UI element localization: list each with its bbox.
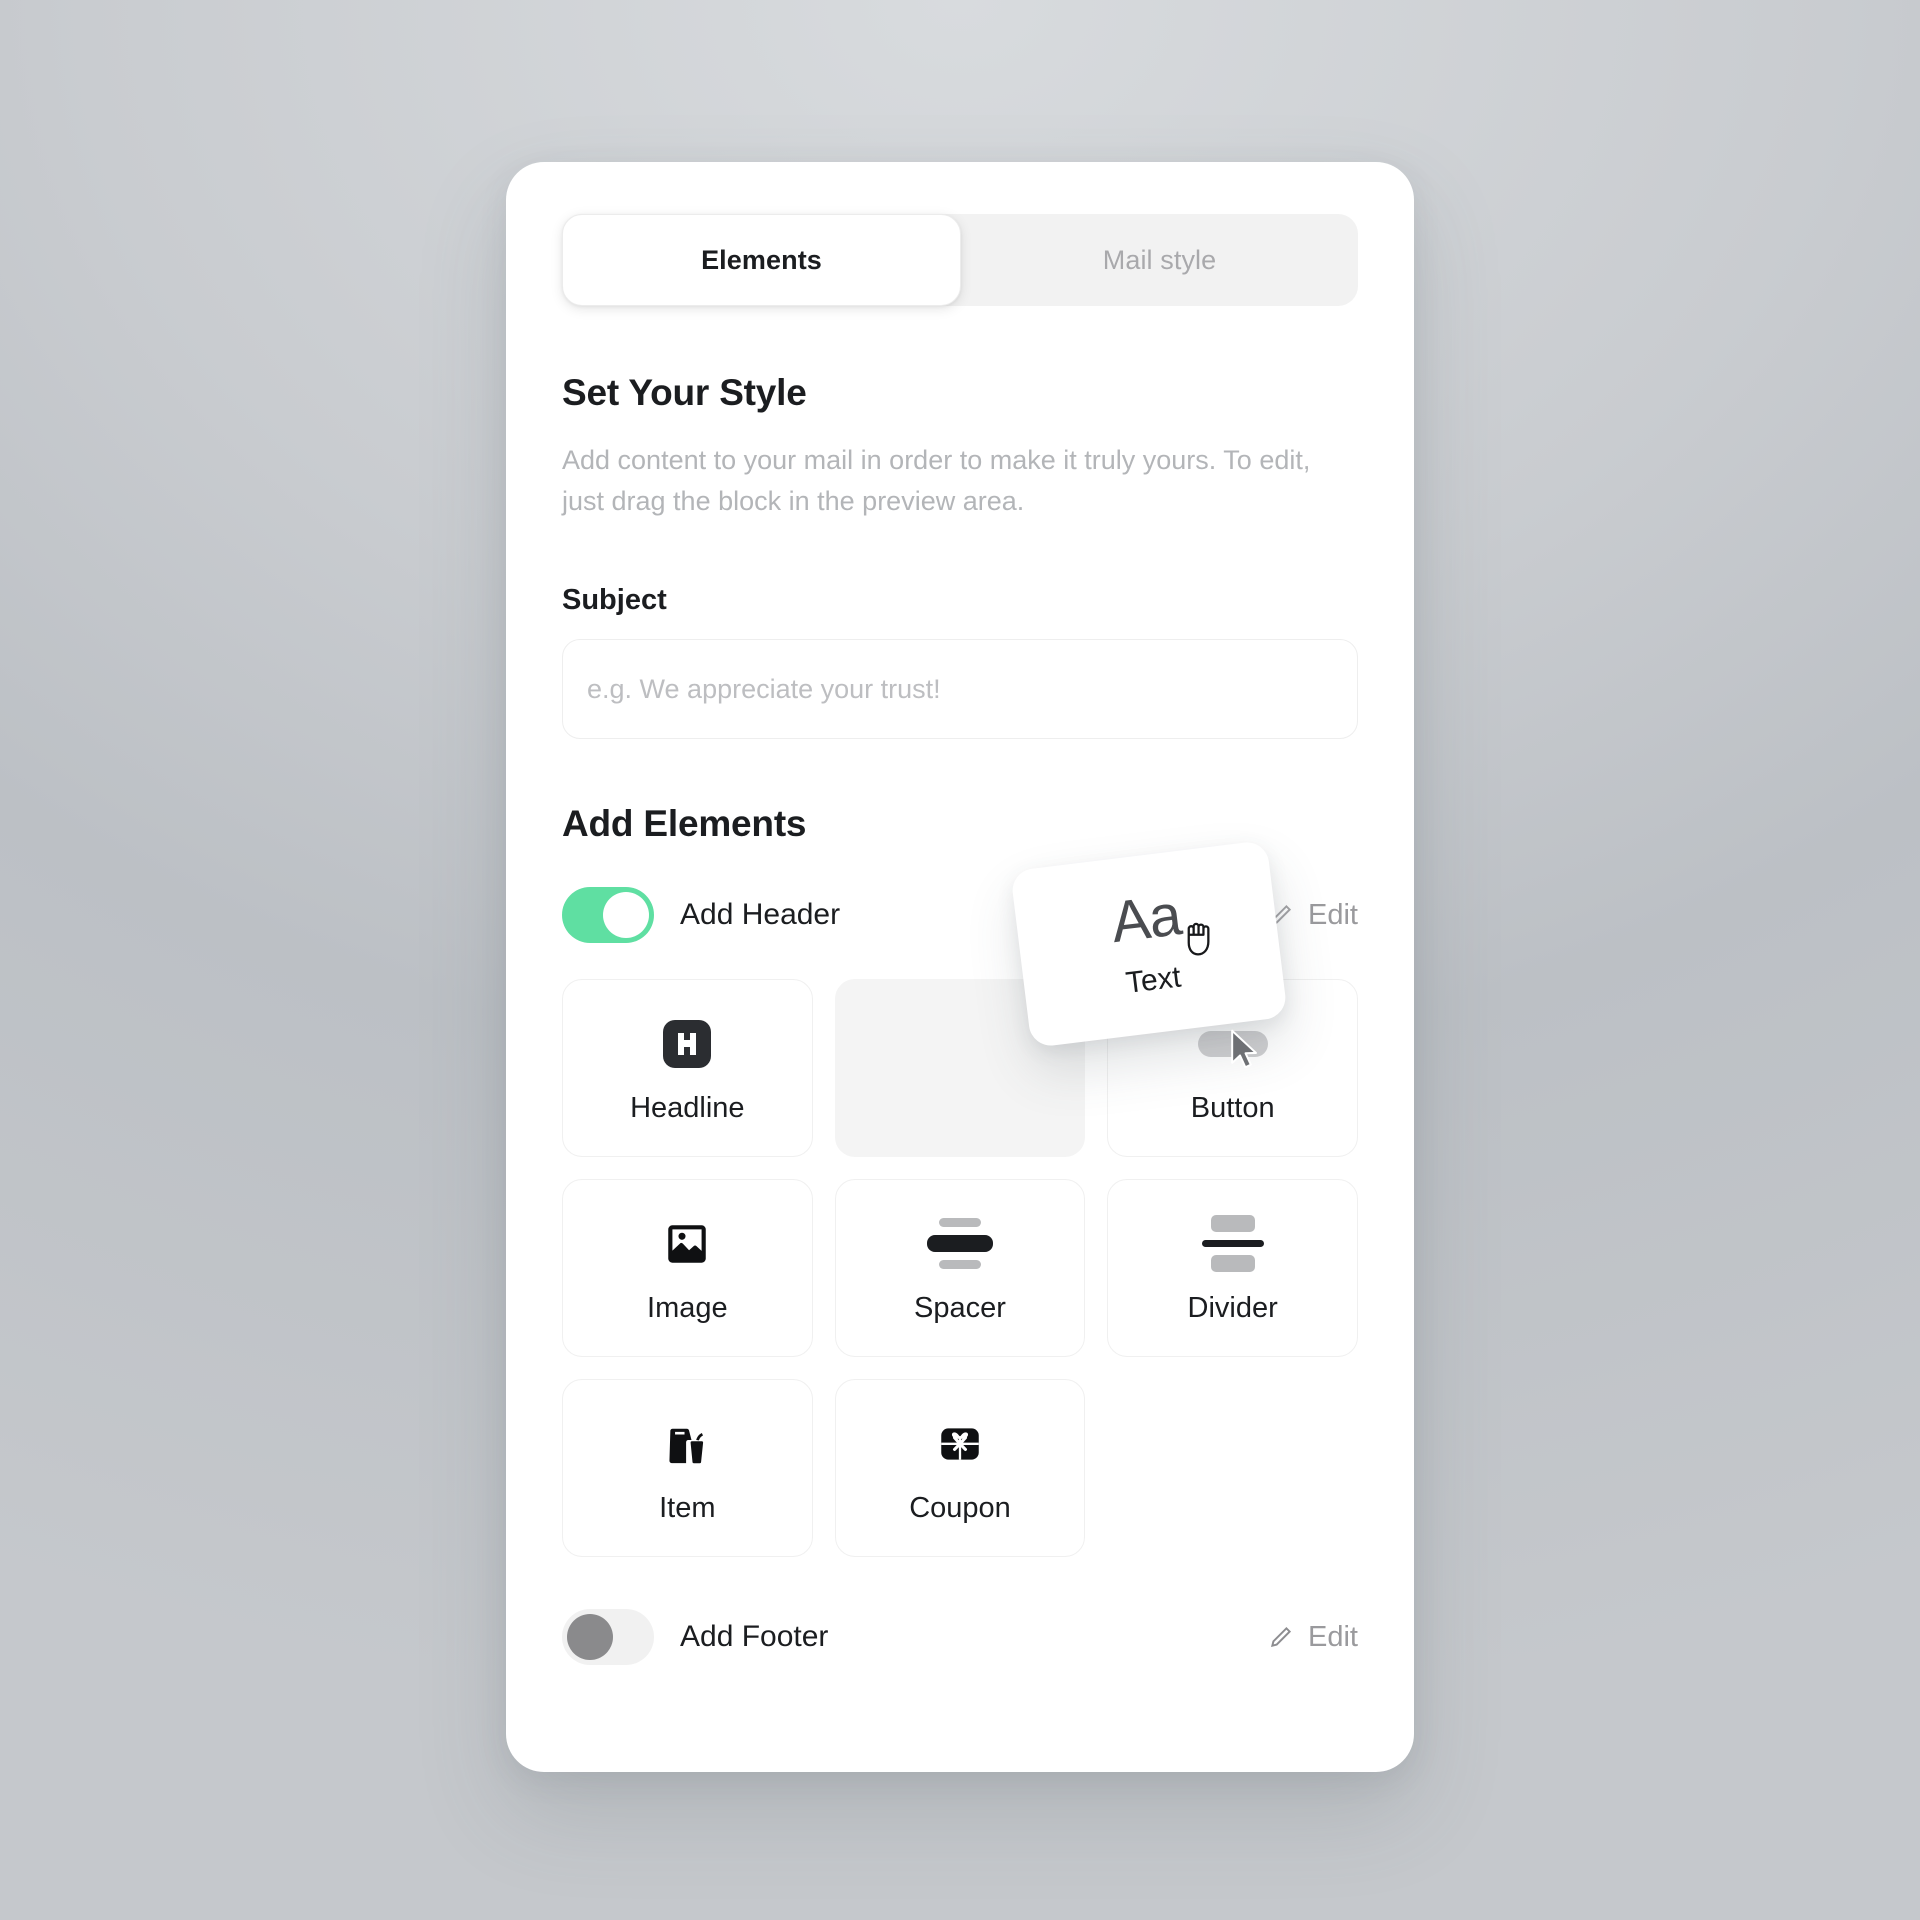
edit-header-button[interactable]: Edit [1268, 899, 1358, 932]
tab-mail-style-label: Mail style [1102, 244, 1217, 275]
pencil-icon [1268, 1624, 1294, 1650]
add-footer-toggle[interactable] [562, 1609, 654, 1666]
toggle-knob [603, 892, 649, 939]
add-elements-title: Add Elements [562, 803, 807, 845]
element-card-item[interactable]: Item [562, 1379, 813, 1558]
tab-bar: Elements Mail style [562, 214, 1358, 306]
tab-elements-label: Elements [701, 244, 822, 275]
text-aa-icon: Aa [1107, 882, 1185, 956]
element-card-headline[interactable]: Headline [562, 979, 813, 1158]
image-icon [662, 1212, 712, 1276]
element-card-coupon[interactable]: Coupon [834, 1379, 1086, 1558]
tab-elements[interactable]: Elements [562, 214, 961, 306]
tab-mail-style[interactable]: Mail style [961, 214, 1358, 306]
dragged-card-label: Text [1124, 960, 1183, 1000]
element-card-label: Spacer [914, 1291, 1006, 1324]
dragged-element-card-text[interactable]: Aa Text [1010, 839, 1288, 1049]
gift-icon [935, 1412, 985, 1476]
arrow-cursor [1228, 1028, 1262, 1077]
subject-label: Subject [562, 584, 667, 617]
add-header-toggle[interactable] [562, 887, 654, 944]
spacer-icon [926, 1212, 993, 1276]
element-card-label: Divider [1187, 1291, 1278, 1324]
page-description: Add content to your mail in order to mak… [562, 445, 1311, 517]
add-footer-row: Add Footer Edit [562, 1609, 1358, 1666]
grabbing-hand-cursor [1180, 915, 1222, 970]
element-card-label: Coupon [909, 1491, 1011, 1524]
element-card-label: Image [647, 1291, 728, 1324]
toggle-knob [567, 1614, 613, 1661]
element-card-image[interactable]: Image [562, 1179, 813, 1358]
add-header-label: Add Header [680, 898, 841, 932]
element-card-label: Headline [630, 1091, 745, 1124]
page-title: Set Your Style [562, 372, 807, 413]
add-footer-label: Add Footer [680, 1620, 829, 1654]
element-card-spacer[interactable]: Spacer [834, 1179, 1086, 1358]
divider-icon [1201, 1212, 1264, 1276]
shopping-bag-icon [660, 1412, 714, 1476]
element-card-label: Button [1190, 1091, 1275, 1124]
edit-header-label: Edit [1308, 898, 1358, 931]
subject-input[interactable] [562, 639, 1358, 740]
element-card-label: Item [659, 1491, 716, 1524]
headline-h-icon [659, 1012, 715, 1076]
element-card-divider[interactable]: Divider [1107, 1179, 1358, 1358]
edit-footer-button[interactable]: Edit [1268, 1621, 1358, 1654]
edit-footer-label: Edit [1308, 1620, 1358, 1653]
